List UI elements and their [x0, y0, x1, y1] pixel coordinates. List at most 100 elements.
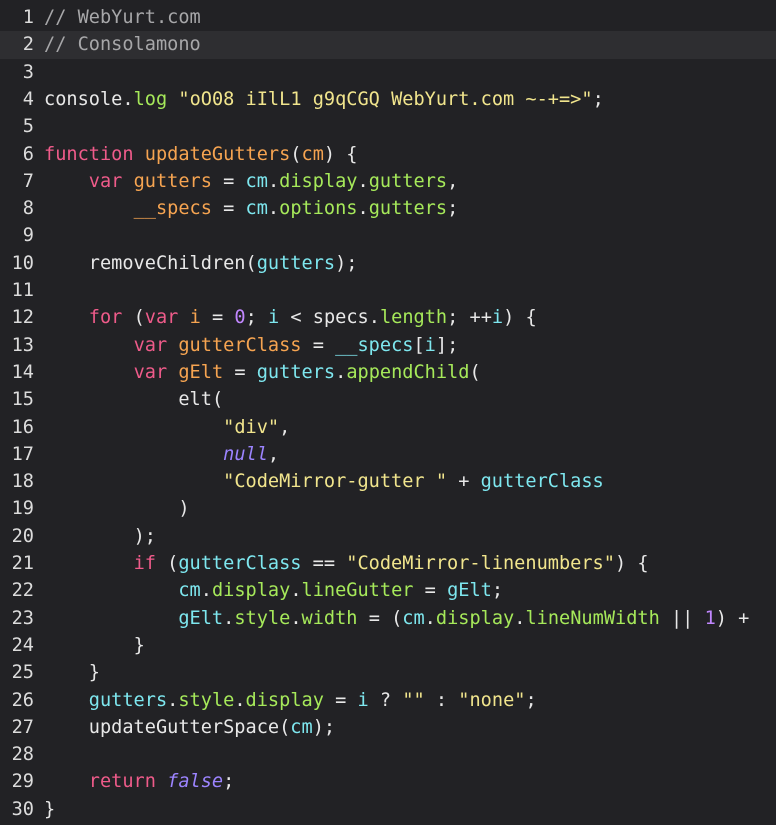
code-token: = — [200, 307, 235, 329]
code-token: , — [279, 416, 291, 438]
code-token: false — [167, 771, 224, 793]
code-token: i — [424, 334, 436, 356]
line-number: 8 — [22, 198, 34, 220]
code-line[interactable]: 12 for (var i = 0; i < specs.length; ++i… — [0, 304, 776, 331]
code-token: options — [279, 198, 358, 220]
code-line[interactable]: 1 // WebYurt.com — [0, 4, 776, 31]
code-token: gElt — [447, 580, 492, 602]
code-line[interactable]: 22 cm.display.lineGutter = gElt; — [0, 577, 776, 604]
line-number: 20 — [11, 525, 34, 547]
code-token: } — [88, 662, 100, 684]
line-number: 21 — [11, 553, 34, 574]
code-line[interactable]: 5 — [0, 113, 776, 140]
code-token: , — [447, 170, 459, 192]
code-token: . — [335, 361, 347, 383]
code-token: ) — [178, 498, 190, 520]
code-line[interactable]: 16 "div", — [0, 414, 776, 441]
code-token: updateGutterSpace — [88, 716, 280, 738]
code-line[interactable]: 30} — [0, 796, 776, 823]
code-token: specs — [312, 307, 369, 329]
code-token: ? — [368, 689, 403, 711]
code-token: updateGutters — [144, 143, 291, 165]
code-line[interactable]: 17 null, — [0, 441, 776, 468]
code-line[interactable]: 3 — [0, 59, 776, 86]
code-line[interactable]: 6 function updateGutters(cm) { — [0, 141, 776, 168]
code-text: "CodeMirror-gutter " + gutterClass — [44, 471, 604, 493]
code-line[interactable]: 14 var gElt = gutters.appendChild( — [0, 359, 776, 386]
line-number: 17 — [11, 443, 34, 465]
code-line[interactable]: 15 elt( — [0, 386, 776, 413]
code-line[interactable]: 7 var gutters = cm.display.gutters, — [0, 168, 776, 195]
code-token: var — [133, 361, 168, 383]
code-editor[interactable]: 1 // WebYurt.com 2 // Consolamono 3 4 console.… — [0, 0, 776, 825]
code-token: gutterClass — [480, 471, 604, 493]
code-text: null, — [44, 444, 279, 466]
line-number: 15 — [11, 389, 34, 411]
code-line[interactable]: 21 if (gutterClass == "CodeMirror-linenu… — [0, 550, 776, 577]
code-line[interactable]: 27 updateGutterSpace(cm); — [0, 714, 776, 741]
code-token: ( — [290, 143, 302, 165]
code-line[interactable]: 10 removeChildren(gutters); — [0, 250, 776, 277]
code-line[interactable]: 23 gElt.style.width = (cm.display.lineNu… — [0, 605, 776, 632]
code-token: ; — [447, 198, 459, 220]
code-line[interactable]: 2 // Consolamono — [0, 31, 776, 59]
code-line[interactable]: 29 return false; — [0, 768, 776, 795]
code-line[interactable]: 19 ) — [0, 495, 776, 522]
code-token: == — [301, 553, 347, 574]
code-token: . — [357, 170, 369, 192]
code-token: gutters — [368, 198, 448, 220]
code-text: updateGutterSpace(cm); — [44, 717, 335, 739]
code-line[interactable]: 24 } — [0, 632, 776, 659]
code-line[interactable]: 25 } — [0, 659, 776, 686]
code-token: . — [234, 689, 246, 711]
line-number: 27 — [11, 716, 34, 738]
code-line[interactable]: 4 console.log "oO08 iIlL1 g9qCGQ WebYurt.… — [0, 86, 776, 113]
code-token: var — [133, 334, 168, 356]
code-token: gutters — [88, 689, 168, 711]
code-line[interactable]: 26 gutters.style.display = i ? "" : "non… — [0, 687, 776, 714]
code-token: ( — [279, 716, 291, 738]
code-line[interactable]: 18 "CodeMirror-gutter " + gutterClass — [0, 468, 776, 495]
line-number: 28 — [11, 744, 34, 766]
code-token: = — [211, 198, 246, 220]
code-line[interactable]: 20 ); — [0, 523, 776, 550]
code-token: ( — [155, 553, 179, 574]
line-number: 25 — [11, 662, 34, 684]
code-token: cm — [178, 580, 201, 602]
code-token: lineNumWidth — [525, 607, 660, 629]
line-number: 7 — [22, 170, 34, 192]
code-line[interactable]: 8 __specs = cm.options.gutters; — [0, 195, 776, 222]
code-line[interactable]: 28 — [0, 741, 776, 768]
code-text: removeChildren(gutters); — [44, 253, 358, 275]
code-line[interactable]: 11 — [0, 277, 776, 304]
line-number: 16 — [11, 416, 34, 438]
code-token: . — [223, 607, 235, 629]
code-token: = — [211, 170, 246, 192]
code-token: . — [357, 198, 369, 220]
code-token: ; ++ — [447, 307, 492, 329]
code-text: var gElt = gutters.appendChild( — [44, 362, 481, 384]
line-number: 4 — [22, 88, 34, 110]
code-token: ; — [245, 307, 268, 329]
code-token: ( — [469, 361, 481, 383]
code-line[interactable]: 13 var gutterClass = __specs[i]; — [0, 332, 776, 359]
code-text: var gutters = cm.display.gutters, — [44, 170, 459, 193]
code-token: log — [133, 88, 168, 110]
code-line[interactable]: 9 — [0, 222, 776, 249]
code-token: __specs — [133, 198, 212, 220]
code-text: gutters.style.display = i ? "" : "none"; — [44, 690, 537, 712]
code-text: for (var i = 0; i < specs.length; ++i) { — [44, 307, 537, 329]
code-token: . — [267, 170, 280, 192]
